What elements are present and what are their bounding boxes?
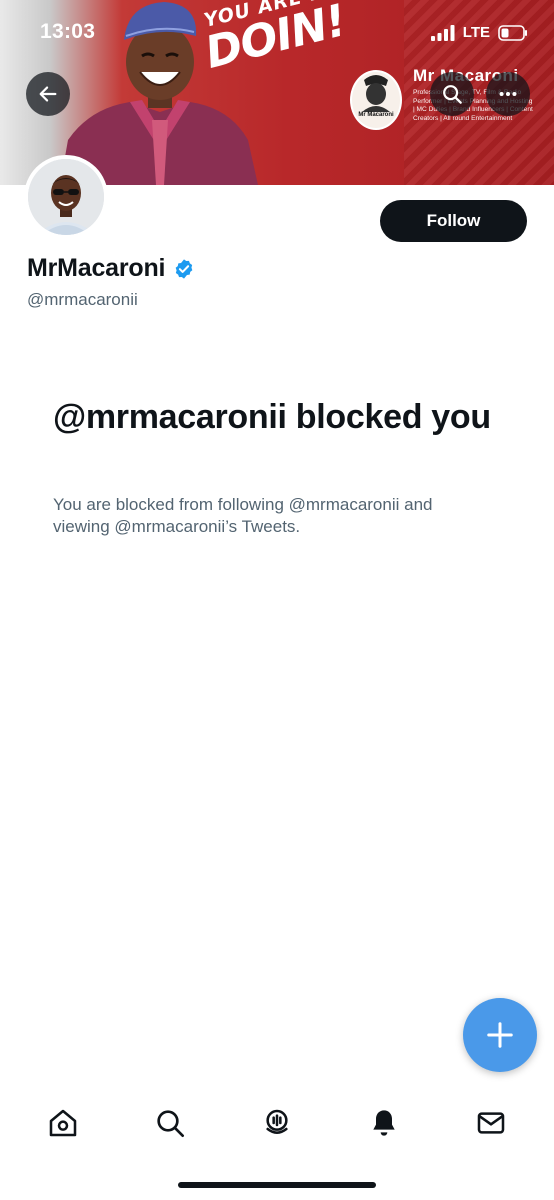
display-name-row: MrMacaroni xyxy=(27,254,195,283)
profile-handle: @mrmacaronii xyxy=(27,290,138,309)
network-type: LTE xyxy=(462,24,490,41)
plus-icon xyxy=(487,1022,513,1048)
home-indicator[interactable] xyxy=(178,1182,376,1188)
status-time: 13:03 xyxy=(40,20,96,43)
search-icon xyxy=(157,1110,185,1137)
banner-brand-logo: Mr Macaroni xyxy=(350,70,402,130)
profile-avatar[interactable] xyxy=(24,155,108,239)
nav-notifications[interactable] xyxy=(354,1093,414,1153)
banner-logo-portrait xyxy=(362,75,390,112)
nav-messages[interactable] xyxy=(461,1093,521,1153)
search-button[interactable] xyxy=(430,72,474,116)
cellular-signal-icon xyxy=(430,24,455,41)
banner-logo-text: Mr Macaroni xyxy=(358,112,394,118)
search-icon xyxy=(443,85,462,104)
nav-spaces[interactable] xyxy=(247,1093,307,1153)
home-icon xyxy=(50,1109,77,1137)
spaces-icon xyxy=(266,1109,288,1134)
compose-tweet-button[interactable] xyxy=(463,998,537,1072)
display-name: MrMacaroni xyxy=(27,254,166,282)
more-options-button[interactable] xyxy=(486,72,530,116)
status-indicators: LTE xyxy=(430,24,528,41)
avatar-image xyxy=(28,159,104,235)
nav-home[interactable] xyxy=(33,1093,93,1153)
back-button[interactable] xyxy=(26,72,70,116)
bell-icon xyxy=(373,1110,395,1136)
follow-button[interactable]: Follow xyxy=(380,200,527,242)
mail-icon xyxy=(477,1112,504,1134)
nav-search[interactable] xyxy=(140,1093,200,1153)
more-horizontal-icon xyxy=(499,91,517,97)
bottom-navigation xyxy=(0,1088,554,1158)
verified-badge-icon xyxy=(175,258,193,279)
blocked-title: @mrmacaronii blocked you xyxy=(53,398,491,436)
blocked-description: You are blocked from following @mrmacaro… xyxy=(53,495,433,536)
battery-icon xyxy=(498,24,527,41)
arrow-left-icon xyxy=(39,86,57,102)
